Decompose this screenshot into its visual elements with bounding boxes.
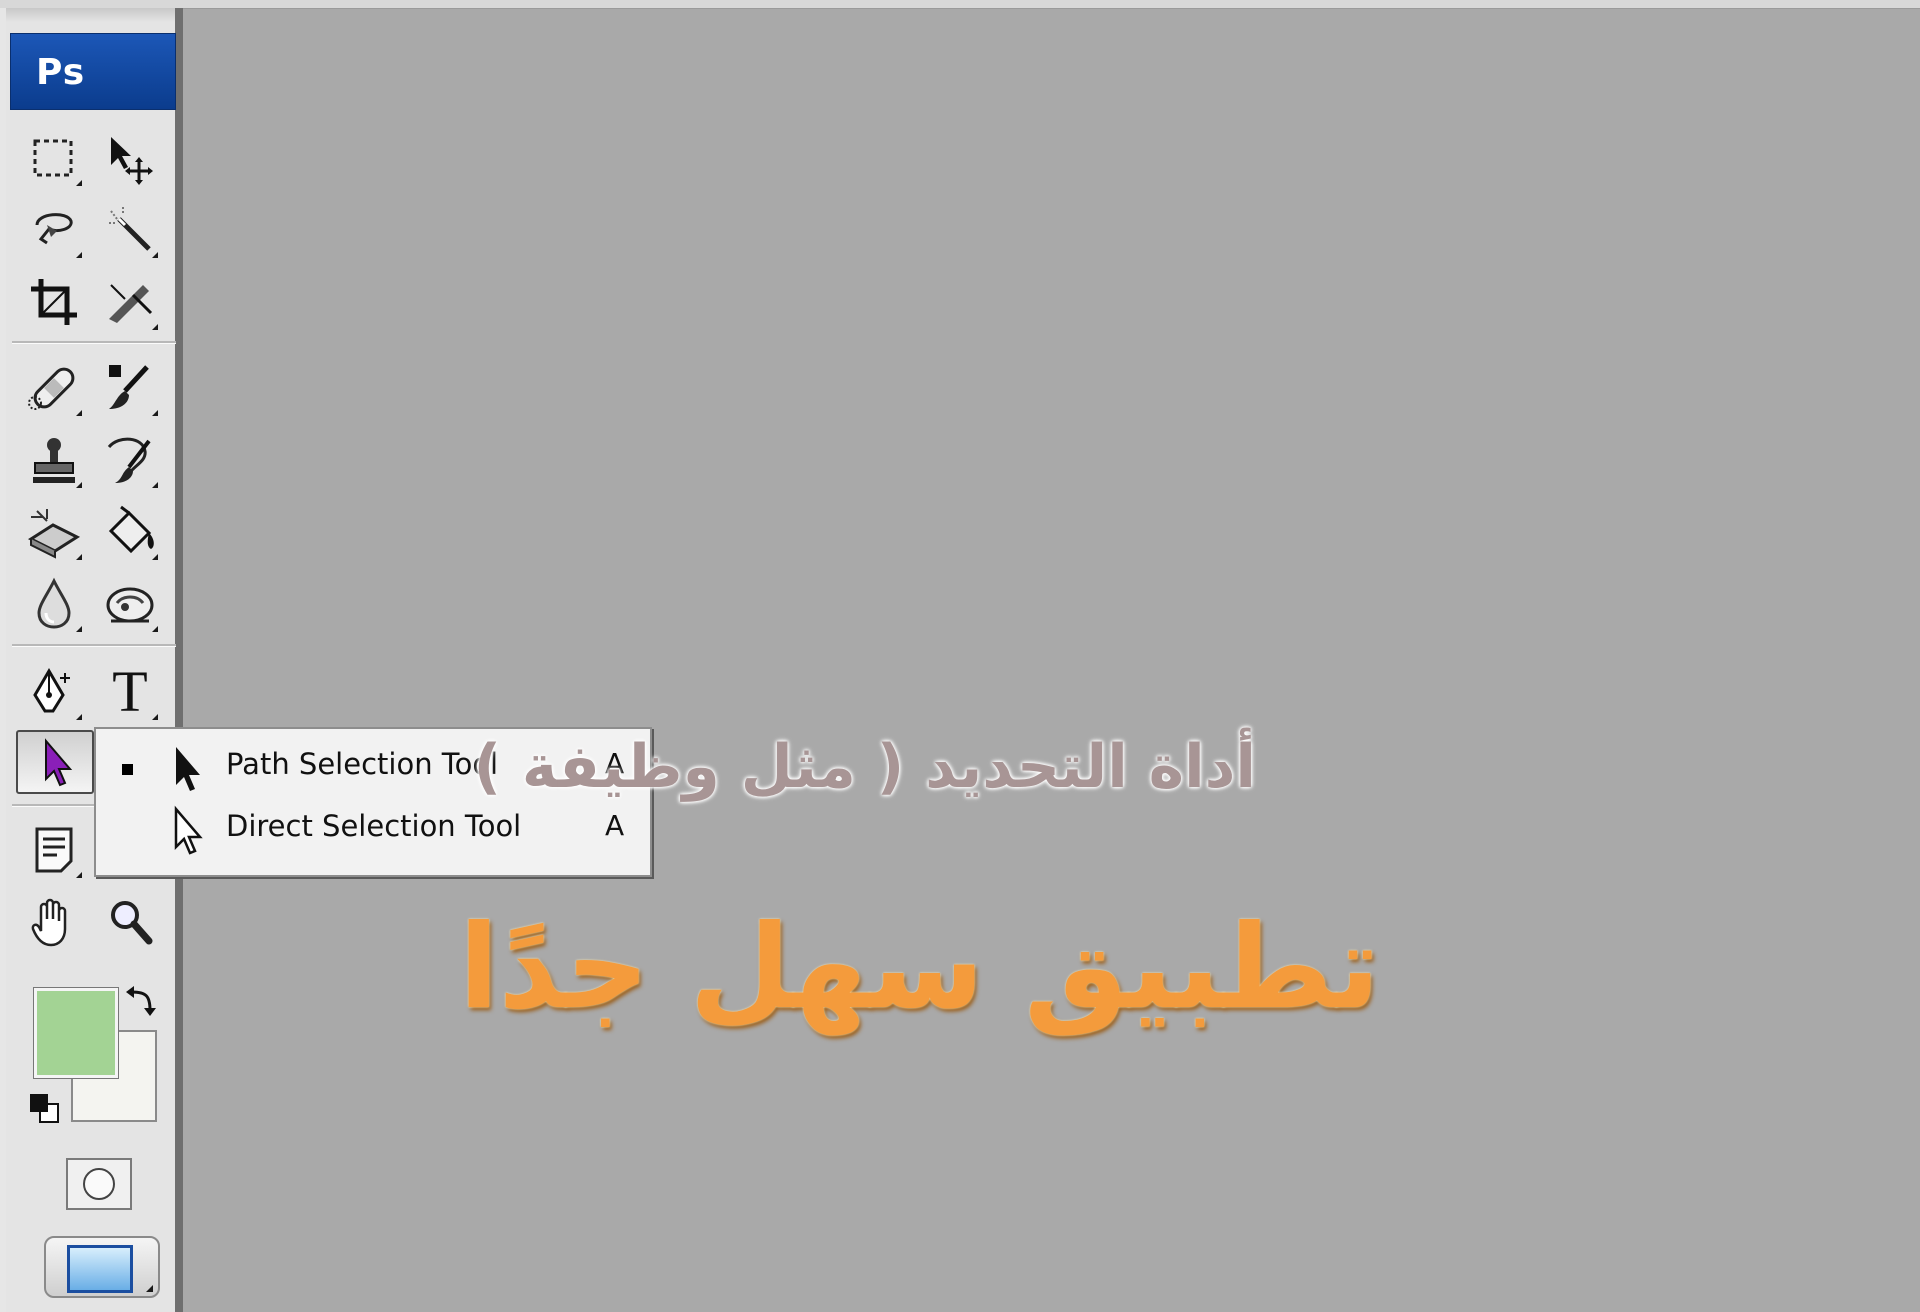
blur-tool[interactable]	[22, 572, 86, 636]
screen-mode-button[interactable]	[44, 1236, 160, 1298]
clone-stamp-tool[interactable]	[22, 428, 86, 492]
more-tools-indicator	[76, 554, 82, 560]
crop-icon	[31, 279, 77, 325]
magic-wand-icon	[109, 207, 151, 251]
menu-item-direct-selection-tool[interactable]: Direct Selection Tool A	[96, 797, 650, 857]
magic-wand-tool[interactable]	[98, 198, 162, 262]
type-tool[interactable]: T	[98, 660, 162, 724]
arrow-cursor-icon	[45, 738, 73, 787]
water-drop-icon	[37, 577, 71, 629]
more-tools-indicator	[76, 252, 82, 258]
lasso-icon	[35, 213, 73, 245]
quick-mask-button[interactable]	[66, 1158, 132, 1210]
move-tool[interactable]	[98, 126, 162, 190]
history-brush-icon	[107, 437, 151, 483]
arabic-caption-selection-tool: أداة التحديد ( مثل وظيفة )	[473, 732, 1256, 802]
history-brush-tool[interactable]	[98, 428, 162, 492]
more-tools-indicator	[152, 626, 158, 632]
paint-bucket-icon	[108, 505, 154, 554]
window-top-border	[0, 0, 1920, 9]
foreground-color-swatch[interactable]	[33, 987, 119, 1079]
more-tools-indicator	[146, 1285, 153, 1292]
logo-text: Ps	[36, 52, 86, 93]
more-tools-indicator	[152, 554, 158, 560]
magnifier-icon	[111, 901, 153, 945]
swap-colors-icon[interactable]	[124, 984, 158, 1018]
bandage-icon	[28, 367, 75, 410]
slice-knife-icon	[109, 284, 153, 323]
tools-panel: Ps T	[6, 8, 183, 1312]
brush-tool[interactable]	[98, 356, 162, 420]
toolbar-separator	[12, 341, 176, 344]
dashed-rectangle-icon	[33, 139, 73, 177]
quick-mask-icon	[83, 1168, 115, 1200]
notes-tool[interactable]	[22, 818, 86, 882]
path-selection-tool[interactable]	[16, 730, 94, 794]
more-tools-indicator	[76, 626, 82, 632]
menu-item-label: Direct Selection Tool	[226, 809, 522, 843]
rectangular-marquee-tool[interactable]	[22, 126, 86, 190]
type-icon: T	[112, 659, 148, 724]
eraser-icon	[27, 509, 81, 559]
pen-tool[interactable]	[22, 660, 86, 724]
eraser-tool[interactable]	[22, 500, 86, 564]
screen-mode-icon	[67, 1245, 133, 1293]
slice-tool[interactable]	[98, 270, 162, 334]
more-tools-indicator	[152, 252, 158, 258]
more-tools-indicator	[76, 180, 82, 186]
more-tools-indicator	[76, 482, 82, 488]
stamp-icon	[33, 438, 75, 483]
more-tools-indicator	[152, 324, 158, 330]
paint-bucket-tool[interactable]	[98, 500, 162, 564]
more-tools-indicator	[76, 410, 82, 416]
toolbar-separator	[12, 644, 176, 647]
pen-nib-icon	[33, 668, 70, 713]
hand-tool[interactable]	[22, 890, 86, 954]
black-arrow-icon	[176, 747, 200, 791]
more-tools-indicator	[76, 714, 82, 720]
zoom-tool[interactable]	[98, 890, 162, 954]
hand-icon	[31, 898, 67, 947]
menu-item-shortcut: A	[605, 809, 625, 842]
lasso-tool[interactable]	[22, 198, 86, 262]
healing-brush-tool[interactable]	[22, 356, 86, 420]
photoshop-logo[interactable]: Ps	[10, 33, 176, 110]
more-tools-indicator	[152, 482, 158, 488]
more-tools-indicator	[152, 410, 158, 416]
more-tools-indicator	[152, 714, 158, 720]
selected-bullet-icon	[122, 764, 133, 775]
dodge-tool[interactable]	[98, 572, 162, 636]
arabic-caption-easy-application: تطبيق سهل جدًا	[458, 900, 1380, 1035]
brush-icon	[109, 365, 149, 409]
menu-item-label: Path Selection Tool	[226, 747, 499, 781]
crop-tool[interactable]	[22, 270, 86, 334]
note-icon	[35, 827, 73, 873]
white-arrow-icon	[174, 805, 203, 855]
default-colors-icon[interactable]	[28, 1092, 62, 1126]
dodge-icon	[106, 587, 154, 623]
move-arrow-icon	[111, 137, 153, 185]
more-tools-indicator	[76, 872, 82, 878]
